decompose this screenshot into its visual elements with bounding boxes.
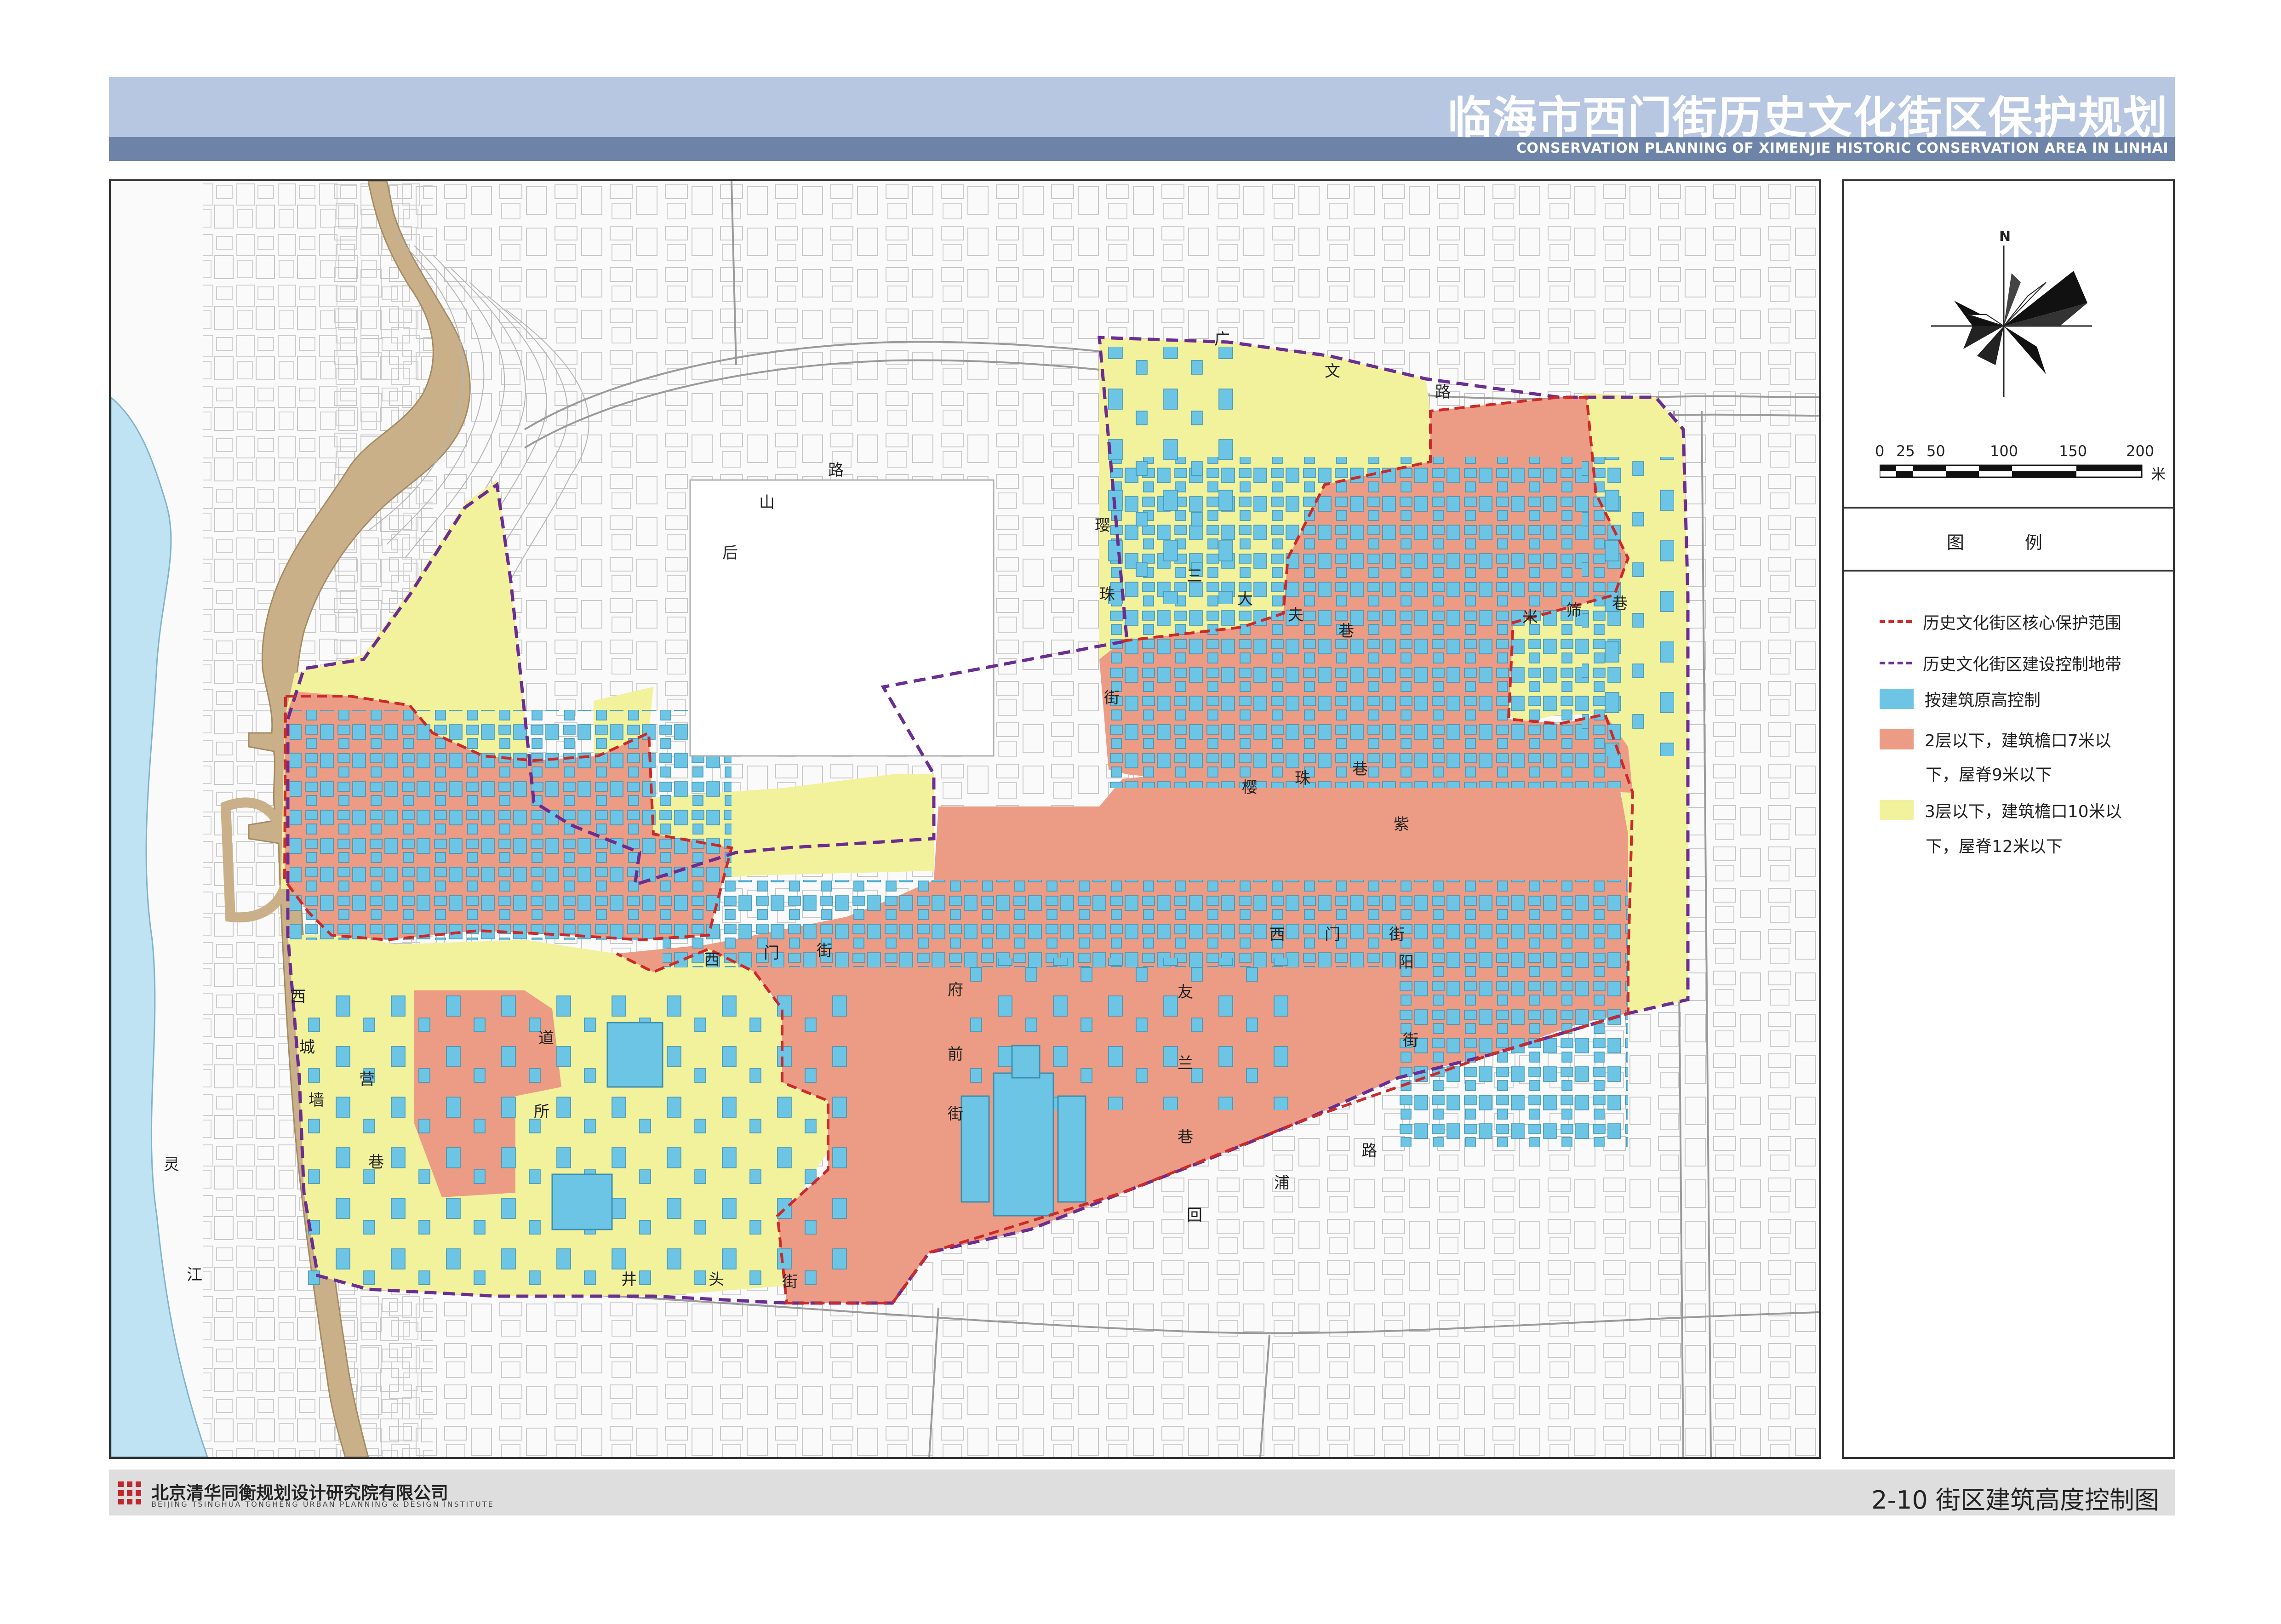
scale-tick-200: 200: [2126, 442, 2155, 460]
footer-bar: 北京清华同衡规划设计研究院有限公司 BEIJING TSINGHUA TONGH…: [109, 1470, 2175, 1515]
three-storey-swatch: [1880, 800, 1914, 820]
scale-bar: [1880, 464, 2143, 478]
label-ziyang-3: 街: [1403, 1031, 1418, 1050]
legend-item-two-storey: 2层以下，建筑檐口7米以: [1880, 727, 2111, 751]
north-arrow: N: [1931, 229, 2092, 397]
bldg-cluster-east-south[interactable]: [1398, 954, 1628, 1147]
label-fuqian-2: 前: [948, 1045, 963, 1064]
legend-label: 历史文化街区核心保护范围: [1923, 614, 2122, 633]
north-label: N: [1999, 229, 2011, 245]
label-youlan-2: 兰: [1178, 1054, 1193, 1073]
label-xicheng-1: 西: [290, 988, 306, 1006]
core-boundary-swatch: [1880, 620, 1912, 623]
label-other-7: 道: [538, 1029, 554, 1047]
label-huipu-3: 路: [1361, 1142, 1377, 1160]
scale-unit: 米: [2151, 465, 2166, 483]
legend-item-original-height: 按建筑原高控制: [1880, 687, 2041, 711]
original-height-swatch: [1880, 689, 1914, 709]
company-logo: [118, 1481, 141, 1504]
label-ziyang-1: 紫: [1394, 815, 1409, 834]
label-river-2: 江: [187, 1266, 202, 1284]
label-youlan-1: 友: [1178, 983, 1193, 1001]
legend-divider-1: [1844, 507, 2173, 509]
company-name-en: BEIJING TSINGHUA TONGHENG URBAN PLANNING…: [151, 1500, 494, 1509]
scale-tick-100: 100: [1990, 442, 2018, 460]
label-houshan-3: 路: [828, 461, 844, 480]
label-houshan-2: 山: [759, 493, 775, 512]
government-compound: [689, 479, 995, 757]
label-ximen-west-3: 街: [817, 942, 832, 960]
label-fuqian-3: 街: [948, 1105, 963, 1123]
label-guangwen-2: 文: [1325, 362, 1340, 381]
label-other-4: 营: [359, 1070, 375, 1089]
legend-panel: N 0 25 50 100 150 200 米 图 例 历史文化街区核心保护范围: [1842, 179, 2175, 1459]
label-other-5: 所: [534, 1103, 549, 1121]
legend-item-three-storey: 3层以下，建筑檐口10米以: [1880, 798, 2122, 822]
label-ximen-1: 西: [1269, 926, 1285, 944]
label-jingtou-3: 街: [782, 1273, 798, 1291]
label-misha-2: 筛: [1566, 601, 1582, 620]
legend-item-control-boundary: 历史文化街区建设控制地带: [1880, 651, 2121, 675]
scale-tick-150: 150: [2059, 442, 2087, 460]
label-ximen-west-2: 门: [764, 944, 779, 962]
label-youlan-3: 巷: [1178, 1128, 1193, 1146]
scale-tick-50: 50: [1927, 442, 1945, 460]
legend-label: 2层以下，建筑檐口7米以: [1925, 732, 2111, 750]
label-jingtou-1: 井: [621, 1270, 637, 1289]
control-boundary-swatch: [1880, 662, 1912, 664]
label-misha-1: 米: [1522, 608, 1538, 627]
label-other-6: 巷: [368, 1153, 384, 1172]
label-fuqian-1: 府: [948, 981, 963, 999]
label-huipu-1: 回: [1187, 1206, 1202, 1224]
label-ximen-3: 街: [1389, 926, 1405, 944]
label-yingzhu-3: 巷: [1352, 760, 1368, 778]
bldg-cluster-sparse-south[interactable]: [304, 995, 856, 1294]
drawing-title: 2-10 街区建筑高度控制图: [1871, 1486, 2159, 1515]
label-ziyang-2: 阳: [1398, 953, 1414, 972]
label-dafu-3: 巷: [1338, 622, 1354, 640]
legend-label-continued: 下，屋脊12米以下: [1926, 837, 2063, 856]
label-xicheng-3: 墙: [309, 1091, 324, 1109]
legend-title: 图 例: [1946, 532, 2070, 553]
scale-tick-0: 0: [1875, 442, 1885, 460]
label-other-1: 璎: [1095, 516, 1110, 535]
label-ximen-west-1: 西: [704, 951, 720, 969]
label-guangwen-3: 路: [1435, 383, 1451, 401]
label-guangwen-1: 广: [1214, 330, 1230, 349]
label-other-2: 珠: [1099, 585, 1115, 604]
label-sanmu: 三: [1187, 567, 1202, 585]
label-misha-3: 巷: [1612, 595, 1628, 613]
label-houshan-1: 后: [722, 544, 738, 562]
legend-divider-2: [1844, 570, 2173, 572]
bldg-cluster-sparse-north[interactable]: [1099, 347, 1237, 604]
legend-label: 3层以下，建筑檐口10米以: [1925, 802, 2122, 821]
two-storey-swatch: [1880, 729, 1914, 749]
map-panel[interactable]: 灵 江 广 文 路 后 山 路 西 门 街 西 门 街 回 浦 路 三 大 夫 …: [109, 179, 1821, 1459]
page-subtitle: CONSERVATION PLANNING OF XIMENJIE HISTOR…: [1516, 140, 2168, 156]
label-xicheng-2: 城: [299, 1038, 315, 1057]
bldg-cluster-sparse-east[interactable]: [1582, 457, 1674, 756]
label-river-1: 灵: [164, 1155, 179, 1174]
label-yingzhu-1: 樱: [1242, 778, 1258, 797]
map-canvas[interactable]: 灵 江 广 文 路 后 山 路 西 门 街 西 门 街 回 浦 路 三 大 夫 …: [111, 181, 1819, 1457]
label-ximen-2: 门: [1325, 926, 1340, 944]
label-huipu-2: 浦: [1274, 1174, 1290, 1192]
page-title: 临海市西门街历史文化街区保护规划: [1447, 92, 2168, 143]
scale-tick-25: 25: [1896, 442, 1915, 460]
legend-label: 历史文化街区建设控制地带: [1923, 655, 2122, 674]
label-dafu-1: 大: [1237, 590, 1253, 608]
label-dafu-2: 夫: [1288, 606, 1303, 624]
label-other-3: 街: [1104, 689, 1120, 707]
label-yingzhu-2: 珠: [1295, 769, 1310, 788]
legend-label-continued: 下，屋脊9米以下: [1926, 766, 2052, 784]
legend-item-core-boundary: 历史文化街区核心保护范围: [1880, 610, 2121, 634]
label-jingtou-2: 头: [709, 1270, 724, 1289]
legend-label: 按建筑原高控制: [1925, 691, 2041, 710]
